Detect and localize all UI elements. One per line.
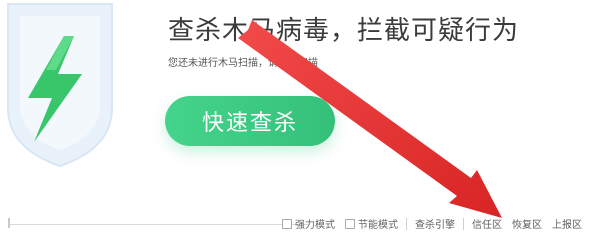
bottom-divider (10, 224, 310, 225)
power-saving-mode-label: 节能模式 (358, 220, 398, 231)
checkbox-square-icon (345, 218, 355, 229)
bottom-toolbar: 强力模式 节能模式 查杀引擎 信任区 恢复区 上报区 (282, 216, 582, 231)
separator (463, 217, 464, 230)
trust-zone-link[interactable]: 信任区 (472, 216, 502, 231)
report-zone-link[interactable]: 上报区 (552, 216, 582, 231)
page-title: 查杀木马病毒，拦截可疑行为 (168, 16, 520, 46)
power-saving-mode-checkbox[interactable]: 节能模式 (345, 216, 398, 231)
scan-status-text: 您还未进行木马扫描，请立即扫描 (168, 58, 318, 69)
quick-scan-button[interactable]: 快速查杀 (165, 96, 335, 146)
strong-mode-checkbox[interactable]: 强力模式 (282, 216, 335, 231)
scan-engine-link[interactable]: 查杀引擎 (415, 216, 455, 231)
shield-bolt-logo (7, 3, 113, 168)
restore-zone-link[interactable]: 恢复区 (512, 216, 542, 231)
strong-mode-label: 强力模式 (295, 220, 335, 231)
separator (406, 217, 407, 230)
checkbox-square-icon (282, 218, 292, 229)
divider-tick (8, 218, 10, 228)
